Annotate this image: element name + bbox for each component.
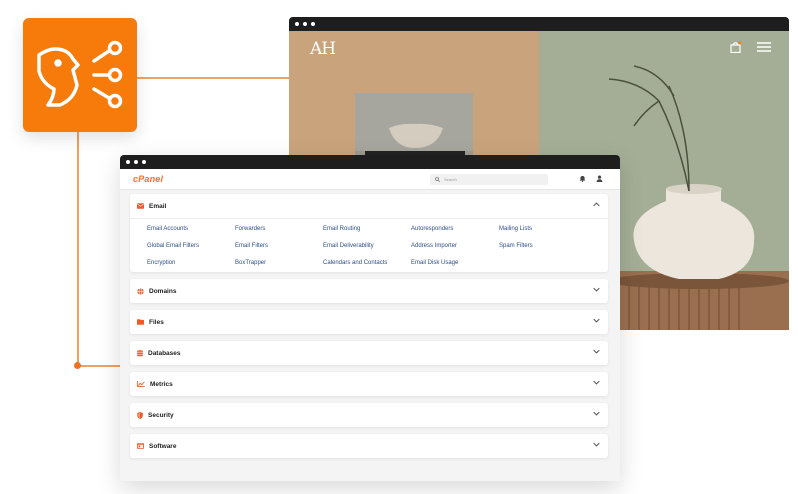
search-icon (435, 177, 440, 182)
bell-icon[interactable] (579, 175, 586, 182)
section-title: Security (148, 411, 174, 419)
section-software-header[interactable]: Software (130, 434, 608, 458)
section-title: Email (149, 202, 167, 210)
cpanel-window: cPanel Search Email Email Accounts Forwa… (120, 155, 620, 481)
site-logo[interactable]: AH (310, 39, 336, 59)
search-placeholder: Search (444, 177, 457, 182)
section-email-header[interactable]: Email (130, 194, 608, 218)
link-email-disk-usage[interactable]: Email Disk Usage (411, 260, 499, 266)
connector-line (136, 77, 290, 79)
section-title: Software (149, 442, 177, 450)
chevron-down-icon[interactable] (593, 442, 600, 447)
folder-icon (137, 319, 144, 325)
window-titlebar (120, 155, 620, 169)
section-domains-header[interactable]: Domains (130, 279, 608, 303)
link-email-filters[interactable]: Email Filters (235, 243, 323, 249)
chevron-up-icon[interactable] (593, 202, 600, 207)
link-global-email-filters[interactable]: Global Email Filters (147, 243, 235, 249)
link-boxtrapper[interactable]: BoxTrapper (235, 260, 323, 266)
cpanel-body: Email Email Accounts Forwarders Email Ro… (120, 190, 620, 458)
section-metrics[interactable]: Metrics (130, 372, 608, 396)
section-domains[interactable]: Domains (130, 279, 608, 303)
link-autoresponders[interactable]: Autoresponders (411, 226, 499, 232)
hamburger-menu-icon[interactable] (757, 42, 771, 52)
link-calendars-and-contacts[interactable]: Calendars and Contacts (323, 260, 411, 266)
section-databases[interactable]: Databases (130, 341, 608, 365)
link-email-deliverability[interactable]: Email Deliverability (323, 243, 411, 249)
section-files-header[interactable]: Files (130, 310, 608, 334)
section-title: Domains (149, 287, 177, 295)
chevron-down-icon[interactable] (593, 380, 600, 385)
link-spam-filters[interactable]: Spam Filters (499, 243, 587, 249)
section-security[interactable]: Security (130, 403, 608, 427)
section-files[interactable]: Files (130, 310, 608, 334)
bird-logo-tile (23, 18, 137, 132)
software-window-icon (137, 443, 144, 449)
connector-dot (74, 362, 81, 369)
shield-icon (137, 411, 143, 419)
globe-icon (137, 287, 144, 295)
promo-stage: AH cPanel Search Email Email Accounts Fo… (0, 0, 798, 494)
window-titlebar (289, 17, 789, 31)
chart-icon (137, 381, 145, 387)
chevron-down-icon[interactable] (593, 349, 600, 354)
link-email-accounts[interactable]: Email Accounts (147, 226, 235, 232)
link-encryption[interactable]: Encryption (147, 260, 235, 266)
shopping-bag-icon[interactable] (730, 41, 741, 53)
search-input[interactable]: Search (430, 174, 548, 185)
link-email-routing[interactable]: Email Routing (323, 226, 411, 232)
section-security-header[interactable]: Security (130, 403, 608, 427)
connector-line (77, 365, 120, 367)
connector-line (77, 131, 79, 366)
cpanel-header: cPanel Search (120, 169, 620, 190)
link-forwarders[interactable]: Forwarders (235, 226, 323, 232)
link-address-importer[interactable]: Address Importer (411, 243, 499, 249)
bird-network-icon (37, 40, 123, 109)
link-mailing-lists[interactable]: Mailing Lists (499, 226, 587, 232)
section-email: Email Email Accounts Forwarders Email Ro… (130, 194, 608, 272)
site-nav-icons (730, 41, 771, 53)
chevron-down-icon[interactable] (593, 287, 600, 292)
user-icon[interactable] (596, 175, 603, 182)
section-software[interactable]: Software (130, 434, 608, 458)
section-title: Files (149, 318, 164, 326)
section-metrics-header[interactable]: Metrics (130, 372, 608, 396)
chevron-down-icon[interactable] (593, 411, 600, 416)
chevron-down-icon[interactable] (593, 318, 600, 323)
cpanel-logo[interactable]: cPanel (133, 174, 163, 184)
database-icon (137, 349, 143, 356)
envelope-icon (137, 203, 144, 209)
email-links-grid: Email Accounts Forwarders Email Routing … (130, 218, 608, 272)
header-icons (579, 175, 603, 182)
section-databases-header[interactable]: Databases (130, 341, 608, 365)
section-title: Databases (148, 349, 181, 357)
section-title: Metrics (150, 380, 173, 388)
